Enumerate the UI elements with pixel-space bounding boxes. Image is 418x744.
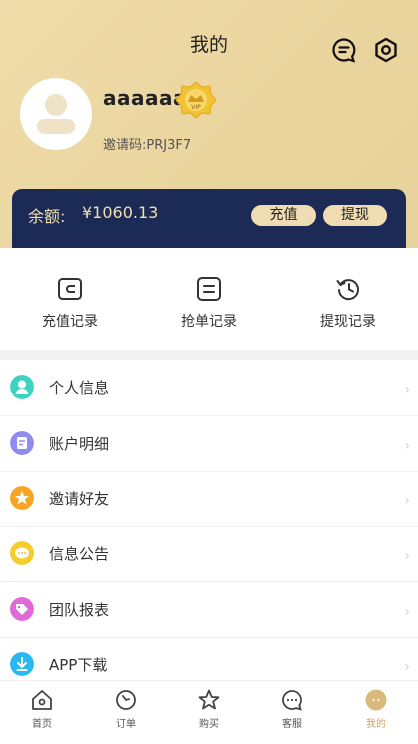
- star-icon: [10, 486, 34, 510]
- menu-label: 账户明细: [49, 435, 110, 453]
- chevron-right-icon: ›: [404, 659, 410, 675]
- menu-label: 个人信息: [49, 379, 110, 397]
- menu-item-team-report[interactable]: 团队报表 ›: [0, 582, 418, 638]
- tab-label: 首页: [32, 719, 52, 730]
- order-records-label: 抢单记录: [181, 314, 237, 330]
- vip-badge-icon: VIP: [175, 81, 217, 119]
- menu-item-personal-info[interactable]: 个人信息 ›: [0, 360, 418, 416]
- history-icon: [336, 279, 359, 301]
- person-icon: [10, 375, 34, 399]
- chevron-right-icon: ›: [404, 438, 410, 454]
- tab-profile[interactable]: 我的: [334, 688, 418, 730]
- tag-icon: [10, 597, 34, 621]
- tab-service[interactable]: 客服: [250, 688, 334, 730]
- menu-label: 信息公告: [49, 545, 110, 563]
- star-outline-icon: [198, 689, 220, 710]
- service-icon: [282, 690, 302, 711]
- balance-label: 余额:: [28, 207, 66, 226]
- tab-label: 客服: [282, 719, 302, 730]
- profile-icon: [365, 689, 387, 711]
- tab-label: 购买: [199, 719, 219, 730]
- tab-orders[interactable]: 订单: [84, 688, 168, 730]
- tab-label: 订单: [116, 719, 136, 730]
- vip-badge-text: VIP: [191, 104, 201, 111]
- message-icon[interactable]: [331, 37, 357, 63]
- withdraw-button[interactable]: 提现: [323, 205, 387, 226]
- tab-label: 我的: [366, 719, 386, 730]
- balance-card: 余额: ¥1060.13 充值 提现: [12, 189, 406, 251]
- menu-item-account-details[interactable]: 账户明细 ›: [0, 416, 418, 472]
- menu-item-announcements[interactable]: 信息公告 ›: [0, 526, 418, 582]
- recharge-records-button[interactable]: 充值记录: [10, 276, 130, 331]
- recharge-records-label: 充值记录: [42, 314, 98, 330]
- chevron-right-icon: ›: [404, 548, 410, 564]
- menu-label: 邀请好友: [49, 490, 110, 508]
- tab-buy[interactable]: 购买: [167, 688, 251, 730]
- avatar[interactable]: [20, 78, 92, 150]
- bottom-tab-bar: 首页 订单 购买 客服 我的: [0, 680, 418, 744]
- invite-code: 邀请码:PRJ3F7: [103, 138, 192, 153]
- order-icon: [116, 690, 136, 710]
- list-icon: [197, 277, 221, 301]
- user-avatar-icon: [37, 94, 75, 134]
- document-icon: [10, 431, 34, 455]
- menu-label: APP下载: [49, 656, 108, 674]
- section-divider: [0, 350, 418, 360]
- tab-home[interactable]: 首页: [0, 688, 84, 730]
- menu-item-invite-friends[interactable]: 邀请好友 ›: [0, 471, 418, 527]
- withdraw-records-button[interactable]: 提现记录: [288, 276, 408, 331]
- chevron-right-icon: ›: [404, 382, 410, 398]
- chevron-right-icon: ›: [404, 493, 410, 509]
- order-records-button[interactable]: 抢单记录: [149, 276, 269, 331]
- wallet-icon: [58, 278, 82, 300]
- chevron-right-icon: ›: [404, 604, 410, 620]
- settings-icon[interactable]: [373, 37, 399, 63]
- download-icon: [10, 652, 34, 676]
- chat-icon: [10, 541, 34, 565]
- recharge-button[interactable]: 充值: [251, 205, 316, 226]
- menu-label: 团队报表: [49, 601, 110, 619]
- home-icon: [32, 690, 52, 710]
- balance-value: ¥1060.13: [82, 203, 159, 222]
- withdraw-records-label: 提现记录: [320, 314, 376, 330]
